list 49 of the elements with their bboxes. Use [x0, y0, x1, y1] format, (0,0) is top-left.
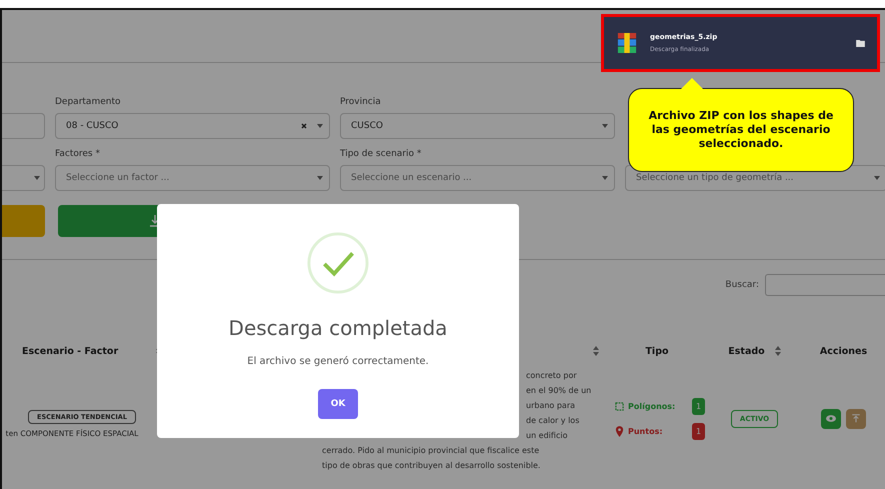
- column-header: Estado: [728, 346, 765, 356]
- sort-icon[interactable]: [593, 346, 599, 356]
- map-pin-icon: [615, 426, 624, 436]
- description-line: cerrado. Pido al municipio provincial que fiscalice este: [322, 445, 540, 457]
- caret-icon: [874, 176, 880, 180]
- search-field[interactable]: [765, 274, 885, 296]
- count-badge: 1: [692, 398, 706, 414]
- description-line: un edificio: [526, 430, 568, 442]
- caret-icon: [317, 124, 323, 128]
- select-field[interactable]: [2, 165, 45, 191]
- sort-icon[interactable]: [774, 346, 781, 356]
- caret-icon: [34, 176, 40, 180]
- clear-icon[interactable]: [301, 123, 307, 129]
- select-field[interactable]: Seleccione un factor ...: [55, 165, 330, 191]
- caret-icon: [602, 124, 608, 128]
- description-line: tipo de obras que contribuyen al desarrollo sostenible.: [322, 460, 540, 472]
- check-icon: [307, 232, 369, 294]
- modal-message: El archivo se generó correctamente.: [247, 356, 429, 367]
- view-button[interactable]: [821, 408, 841, 428]
- description-line: urbano para: [526, 400, 576, 412]
- description-line: concreto por: [526, 370, 577, 382]
- field-label: Provincia: [340, 97, 382, 108]
- column-header: Escenario - Factor: [22, 346, 118, 356]
- type-label: Polígonos:: [628, 402, 676, 410]
- search-label: Buscar:: [725, 280, 759, 290]
- column-header: Acciones: [820, 346, 868, 356]
- archive-icon: [616, 33, 638, 53]
- eye-icon: [826, 414, 836, 423]
- folder-icon[interactable]: [856, 40, 865, 46]
- callout-text: Archivo ZIP con los shapes de las geometrías del escenario seleccionado.: [648, 109, 834, 151]
- field-label: Factores *: [55, 149, 101, 160]
- type-label: Puntos:: [628, 426, 664, 436]
- description-line: en el 90% de un: [526, 385, 592, 397]
- polygon-icon: [615, 400, 624, 412]
- caret-icon: [602, 176, 608, 180]
- select-field[interactable]: 08 - CUSCO: [55, 113, 330, 139]
- column-header: Tipo: [645, 346, 669, 356]
- field-label: Tipo de scenario *: [340, 149, 422, 160]
- select-field[interactable]: Seleccione un escenario ...: [340, 165, 615, 191]
- upload-icon: [851, 414, 861, 423]
- count-badge: 1: [692, 422, 706, 440]
- modal-title: Descarga completada: [228, 316, 448, 340]
- caret-icon: [317, 176, 323, 180]
- ok-button[interactable]: OK: [318, 389, 358, 419]
- upload-button[interactable]: [846, 408, 866, 428]
- select-field[interactable]: [2, 113, 45, 139]
- select-field[interactable]: CUSCO: [340, 113, 615, 139]
- field-label: Departamento: [55, 97, 122, 108]
- description-line: de calor y los: [526, 415, 580, 427]
